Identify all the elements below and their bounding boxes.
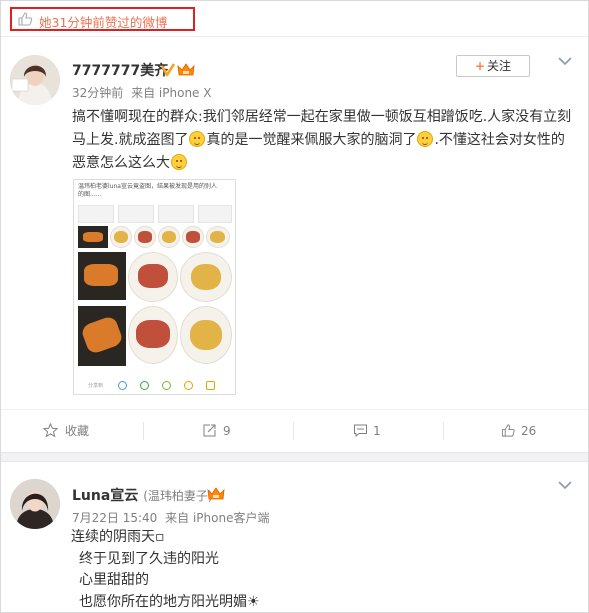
post-text: 连续的阴雨天▫ 终于见到了久违的阳光 心里甜甜的 也愿你所在的地方阳光明媚☀ xyxy=(71,527,571,613)
post-text: 搞不懂啊现在的群众:我们邻居经常一起在家里做一顿饭互相蹭饭吃.人家没有立刻马上发… xyxy=(72,106,572,175)
post-username[interactable]: Luna宣云 xyxy=(72,488,138,504)
divider xyxy=(443,422,444,440)
avatar[interactable] xyxy=(10,479,60,529)
liked-header-text[interactable]: 她31分钟前赞过的微博 xyxy=(39,12,167,31)
share-icon xyxy=(184,381,193,390)
share-icon xyxy=(162,381,171,390)
post-username-line: Luna宣云 (温玮柏妻子) xyxy=(72,485,213,505)
food-shape xyxy=(114,231,128,243)
post-time[interactable]: 32分钟前 xyxy=(72,86,123,100)
post-line: 连续的阴雨天▫ xyxy=(71,529,165,545)
thumbs-up-icon xyxy=(18,12,33,26)
post-card: 7777777美齐 32分钟前 来自 iPhone X + 关注 搞不懂啊现在的群… xyxy=(1,38,588,460)
vip-badge-icon[interactable] xyxy=(177,62,195,77)
post-text-part2: 真的是一觉醒来佩服大家的脑洞了 xyxy=(206,132,417,148)
image-caption: 温玮柏老婆luna宣云竟盗图，结果被发现是用的别人 的图...... xyxy=(78,183,228,199)
post-line: 心里甜甜的 xyxy=(79,572,149,588)
chevron-down-icon[interactable] xyxy=(558,481,572,490)
share-icon xyxy=(206,381,215,390)
food-shape xyxy=(136,320,170,348)
feed-separator xyxy=(1,452,588,462)
favorite-label: 收藏 xyxy=(65,424,90,438)
image-caption-a: 温玮柏老婆luna宣云竟盗图，结果被发现是用的别人 xyxy=(78,183,217,190)
food-shape xyxy=(186,231,200,243)
food-shape xyxy=(162,231,176,243)
food-shape xyxy=(138,231,152,243)
image-thumb xyxy=(78,205,114,223)
food-shape xyxy=(191,264,221,290)
like-icon xyxy=(501,424,515,437)
image-thumb xyxy=(158,205,194,223)
verified-badge-icon xyxy=(161,63,175,77)
liked-header: 她31分钟前赞过的微博 xyxy=(1,1,588,37)
vip-badge-icon[interactable] xyxy=(207,486,225,501)
comment-icon xyxy=(354,424,367,438)
repost-icon xyxy=(203,424,216,437)
image-thumb xyxy=(198,205,232,223)
post-meta: 7月22日 15:40 来自 iPhone客户端 xyxy=(72,509,269,526)
image-caption-b: 的图...... xyxy=(78,191,102,198)
post-source[interactable]: 来自 iPhone客户端 xyxy=(165,511,269,525)
post-time[interactable]: 7月22日 15:40 xyxy=(72,511,157,525)
avatar-image xyxy=(10,479,60,529)
post-username[interactable]: 7777777美齐 xyxy=(72,60,168,80)
follow-button[interactable]: + 关注 xyxy=(456,55,530,77)
grinning-emoji-icon xyxy=(417,131,434,147)
laughing-tears-emoji-icon xyxy=(189,131,206,147)
comment-button[interactable]: 1 xyxy=(353,410,403,452)
post-meta: 32分钟前 来自 iPhone X xyxy=(72,84,211,101)
favorite-button[interactable]: 收藏 xyxy=(43,410,103,452)
share-icon xyxy=(118,381,127,390)
post-line: 终于见到了久违的阳光 xyxy=(79,550,219,567)
food-shape xyxy=(190,320,222,350)
post-image[interactable]: 温玮柏老婆luna宣云竟盗图，结果被发现是用的别人 的图...... 分享到 xyxy=(73,179,236,395)
image-share-label: 分享到 xyxy=(88,383,104,389)
comment-count: 1 xyxy=(373,424,381,438)
post-action-bar: 收藏 9 1 26 xyxy=(1,409,588,451)
post-line: 也愿你所在的地方阳光明媚☀ xyxy=(79,593,260,610)
avatar-image xyxy=(10,55,60,105)
follow-label: 关注 xyxy=(487,59,512,73)
chevron-down-icon[interactable] xyxy=(558,57,572,66)
divider xyxy=(293,422,294,440)
like-count: 26 xyxy=(521,424,537,438)
like-button[interactable]: 26 xyxy=(501,410,551,452)
image-share-footer: 分享到 xyxy=(78,380,233,392)
plus-icon: + xyxy=(474,59,486,73)
liked-highlight-box: 她31分钟前赞过的微博 xyxy=(10,7,195,31)
food-shape xyxy=(138,264,168,288)
food-shape xyxy=(210,231,225,243)
divider xyxy=(143,422,144,440)
dizzy-emoji-icon xyxy=(171,154,187,170)
share-icon xyxy=(140,381,149,390)
avatar[interactable] xyxy=(10,55,60,105)
user-remark: (温玮柏妻子) xyxy=(143,489,213,503)
post-source[interactable]: 来自 iPhone X xyxy=(131,86,211,100)
image-thumb xyxy=(118,205,154,223)
food-shape xyxy=(84,264,118,286)
food-shape xyxy=(83,232,103,242)
repost-button[interactable]: 9 xyxy=(202,410,252,452)
star-icon xyxy=(43,423,58,438)
repost-count: 9 xyxy=(223,424,231,438)
